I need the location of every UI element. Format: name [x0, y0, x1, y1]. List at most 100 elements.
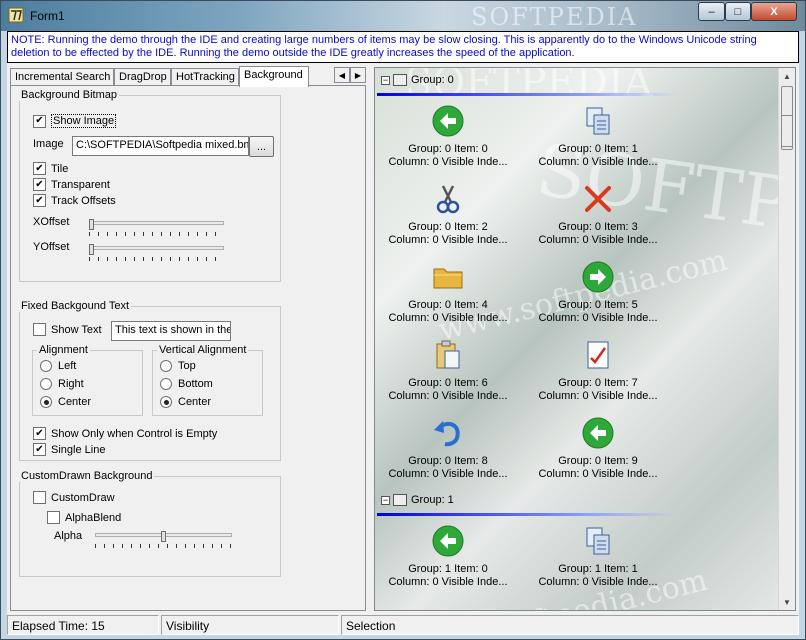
alpha-label: Alpha	[54, 530, 83, 542]
forward-arrow-icon	[582, 261, 614, 293]
show-text-checkbox[interactable]: Show Text	[33, 323, 102, 336]
xoffset-slider[interactable]	[89, 219, 224, 239]
list-item[interactable]: Group: 0 Item: 9 Column: 0 Visible Inde.…	[533, 416, 663, 481]
list-item[interactable]: Group: 1 Item: 0 Column: 0 Visible Inde.…	[383, 524, 513, 589]
slider-ticks	[89, 257, 224, 261]
valign-bottom-radio[interactable]: Bottom	[160, 378, 213, 390]
scroll-up-button[interactable]: ▲	[779, 68, 795, 84]
collapse-icon[interactable]: −	[381, 495, 390, 505]
tile-checkbox[interactable]: ✔ Tile	[33, 162, 68, 175]
align-right-radio[interactable]: Right	[40, 378, 84, 390]
listview-watermark: SOFTPEDIA	[405, 67, 653, 106]
group-icon	[393, 74, 407, 86]
list-item[interactable]: Group: 0 Item: 1 Column: 0 Visible Inde.…	[533, 104, 663, 169]
single-line-checkbox[interactable]: ✔ Single Line	[33, 443, 105, 456]
checkbox-box	[47, 511, 60, 524]
group-list-view[interactable]: SOFTPEDIA SOFTPEDIA www.softpedia.com ww…	[374, 67, 796, 611]
slider-thumb[interactable]	[161, 531, 166, 542]
show-image-checkbox[interactable]: ✔ Show Image	[33, 114, 117, 128]
tab-dragdrop[interactable]: DragDrop	[114, 68, 171, 86]
yoffset-label: YOffset	[33, 241, 70, 253]
track-offsets-checkbox[interactable]: ✔ Track Offsets	[33, 194, 116, 207]
tile-label: Tile	[51, 162, 69, 175]
show-only-empty-label: Show Only when Control is Empty	[51, 427, 218, 440]
list-item[interactable]: Group: 0 Item: 7 Column: 0 Visible Inde.…	[533, 338, 663, 403]
group-header[interactable]: − Group: 1	[381, 494, 454, 506]
slider-thumb[interactable]	[89, 244, 94, 255]
properties-icon	[587, 341, 609, 369]
tab-hottracking[interactable]: HotTracking	[171, 68, 239, 86]
tab-background[interactable]: Background	[239, 66, 309, 87]
valign-top-radio[interactable]: Top	[160, 360, 196, 372]
list-item[interactable]: Group: 0 Item: 8 Column: 0 Visible Inde.…	[383, 416, 513, 481]
show-only-empty-checkbox[interactable]: ✔ Show Only when Control is Empty	[33, 427, 217, 440]
back-arrow-icon	[582, 417, 614, 449]
checkmark-icon: ✔	[33, 178, 46, 191]
copy-icon	[586, 107, 610, 135]
group-underline	[377, 513, 677, 516]
align-left-radio[interactable]: Left	[40, 360, 76, 372]
app-window: Form1 SOFTPEDIA – □ X NOTE: Running the …	[0, 0, 806, 640]
scroll-thumb[interactable]	[781, 86, 793, 150]
image-path-input[interactable]: C:\SOFTPEDIA\Softpedia mixed.bmp	[72, 136, 249, 156]
slider-ticks	[89, 232, 224, 236]
list-item[interactable]: Group: 0 Item: 0 Column: 0 Visible Inde.…	[383, 104, 513, 169]
tab-scroll-right-button[interactable]: ▶	[350, 67, 366, 83]
item-caption: Group: 0 Item: 5	[558, 299, 638, 311]
minimize-button[interactable]: –	[698, 2, 725, 21]
chevron-down-icon: ▼	[783, 597, 791, 607]
status-selection: Selection	[341, 615, 799, 635]
image-label: Image	[33, 138, 64, 150]
checkmark-icon: ✔	[33, 194, 46, 207]
custom-draw-label: CustomDraw	[51, 491, 115, 504]
alpha-blend-checkbox[interactable]: AlphaBlend	[47, 511, 121, 524]
list-item[interactable]: Group: 1 Item: 1 Column: 0 Visible Inde.…	[533, 524, 663, 589]
checkmark-icon: ✔	[33, 427, 46, 440]
align-right-label: Right	[58, 378, 84, 390]
close-button[interactable]: X	[751, 2, 797, 21]
group-header[interactable]: − Group: 0	[381, 74, 454, 86]
list-item[interactable]: Group: 0 Item: 2 Column: 0 Visible Inde.…	[383, 182, 513, 247]
list-item[interactable]: Group: 0 Item: 5 Column: 0 Visible Inde.…	[533, 260, 663, 325]
group-header-label: Group: 1	[411, 494, 454, 506]
close-icon: X	[770, 5, 778, 18]
slider-thumb[interactable]	[89, 219, 94, 230]
maximize-button[interactable]: □	[725, 2, 751, 21]
background-text-input[interactable]: This text is shown in the	[111, 321, 231, 341]
alpha-slider[interactable]	[95, 531, 232, 551]
transparent-label: Transparent	[51, 178, 110, 191]
tab-scroll-left-button[interactable]: ◀	[334, 67, 350, 83]
copy-icon	[586, 527, 610, 555]
tab-incremental-search[interactable]: Incremental Search	[10, 68, 114, 86]
list-item[interactable]: Group: 0 Item: 6 Column: 0 Visible Inde.…	[383, 338, 513, 403]
scroll-down-button[interactable]: ▼	[779, 594, 795, 610]
vertical-scrollbar[interactable]: ▲ ▼	[778, 68, 795, 610]
radio-dot	[160, 378, 172, 390]
item-caption: Group: 0 Item: 2	[408, 221, 488, 233]
watermark-text: SOFTPEDIA	[471, 3, 638, 31]
radio-dot	[40, 396, 52, 408]
tab-strip: Incremental Search DragDrop HotTracking …	[10, 66, 378, 87]
valign-center-radio[interactable]: Center	[160, 396, 211, 408]
fixed-text-title: Fixed Backgound Text	[19, 300, 132, 312]
chevron-up-icon: ▲	[783, 71, 791, 81]
list-item[interactable]: Group: 0 Item: 4 Column: 0 Visible Inde.…	[383, 260, 513, 325]
item-caption: Group: 0 Item: 8	[408, 455, 488, 467]
item-caption: Group: 1 Item: 1	[558, 563, 638, 575]
list-item[interactable]: Group: 0 Item: 3 Column: 0 Visible Inde.…	[533, 182, 663, 247]
xoffset-label: XOffset	[33, 216, 70, 228]
browse-button[interactable]: ...	[249, 136, 274, 157]
valign-top-label: Top	[178, 360, 196, 372]
slider-track	[89, 221, 224, 225]
custom-draw-checkbox[interactable]: CustomDraw	[33, 491, 115, 504]
align-center-radio[interactable]: Center	[40, 396, 91, 408]
background-tab-panel: Background Bitmap ✔ Show Image Image C:\…	[10, 85, 366, 611]
yoffset-slider[interactable]	[89, 244, 224, 264]
valign-center-label: Center	[178, 396, 212, 408]
item-subcaption: Column: 0 Visible Inde...	[388, 576, 508, 588]
track-offsets-label: Track Offsets	[51, 194, 116, 207]
title-bar[interactable]: Form1 SOFTPEDIA – □ X	[1, 1, 805, 31]
item-subcaption: Column: 0 Visible Inde...	[538, 468, 658, 480]
transparent-checkbox[interactable]: ✔ Transparent	[33, 178, 110, 191]
collapse-icon[interactable]: −	[381, 75, 390, 85]
